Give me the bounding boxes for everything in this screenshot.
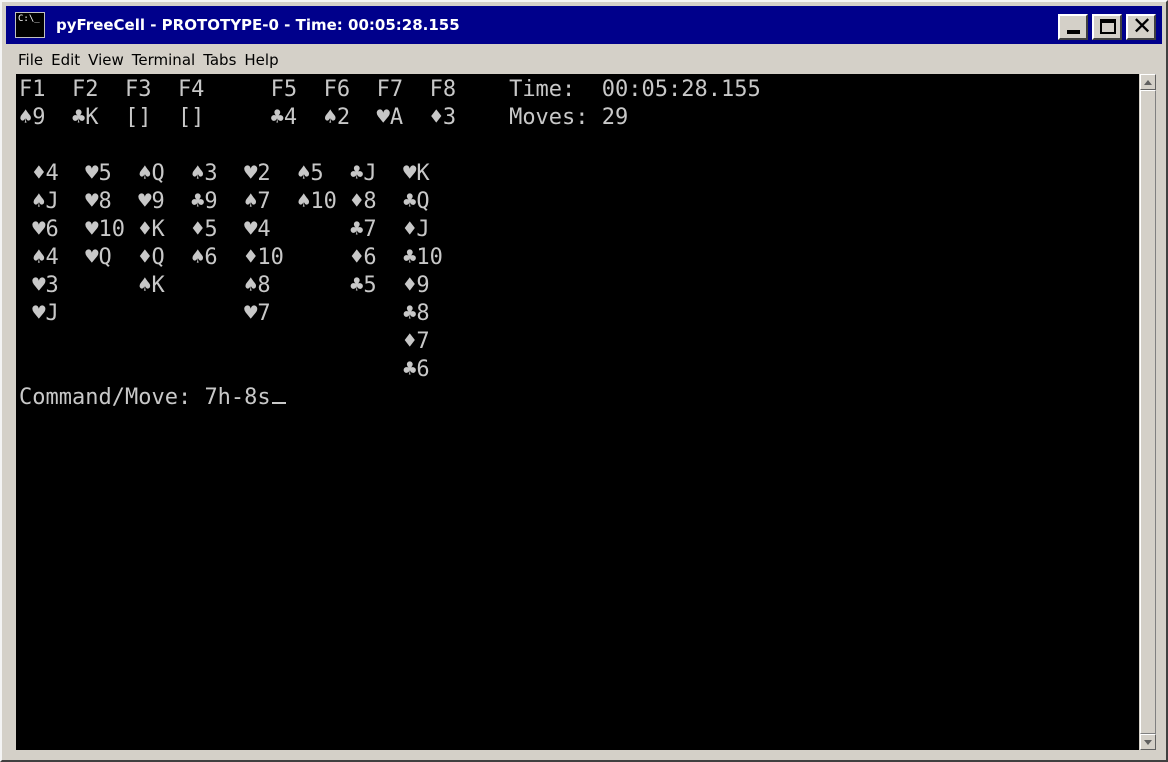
- scroll-up-button[interactable]: [1140, 74, 1156, 90]
- foundation-cards-line: ♠9 ♣K [] [] ♣4 ♠2 ♥A ♦3 Moves: 29: [19, 105, 629, 130]
- menu-file[interactable]: File: [14, 46, 47, 72]
- minimize-button[interactable]: [1058, 14, 1088, 40]
- command-input[interactable]: 7h-8s: [204, 385, 270, 410]
- maximize-button[interactable]: [1092, 14, 1122, 40]
- vertical-scrollbar[interactable]: [1140, 74, 1156, 750]
- menu-edit[interactable]: Edit: [47, 46, 84, 72]
- app-window: C:\_ pyFreeCell - PROTOTYPE-0 - Time: 00…: [0, 0, 1168, 762]
- menu-view[interactable]: View: [84, 46, 128, 72]
- tableau-row: ♥3 ♠K ♠8 ♣5 ♦9: [19, 273, 430, 298]
- tableau-row: ♥6 ♥10 ♦K ♦5 ♥4 ♣7 ♦J: [19, 217, 430, 242]
- tableau-row: ♠4 ♥Q ♦Q ♠6 ♦10 ♦6 ♣10: [19, 245, 443, 270]
- close-icon: ✕: [1131, 12, 1153, 40]
- window-title: pyFreeCell - PROTOTYPE-0 - Time: 00:05:2…: [56, 16, 460, 34]
- command-prompt-line[interactable]: Command/Move: 7h-8s: [19, 384, 286, 412]
- menu-terminal[interactable]: Terminal: [128, 46, 199, 72]
- tableau-row: ♦7: [19, 329, 430, 354]
- text-cursor: [271, 402, 286, 404]
- tableau-row: ♥J ♥7 ♣8: [19, 301, 430, 326]
- title-bar[interactable]: C:\_ pyFreeCell - PROTOTYPE-0 - Time: 00…: [6, 6, 1162, 44]
- scroll-down-button[interactable]: [1140, 734, 1156, 750]
- menu-tabs[interactable]: Tabs: [199, 46, 240, 72]
- tableau-row: ♠J ♥8 ♥9 ♣9 ♠7 ♠10 ♦8 ♣Q: [19, 189, 430, 214]
- terminal-screen[interactable]: F1 F2 F3 F4 F5 F6 F7 F8 Time: 00:05:28.1…: [16, 74, 1139, 750]
- command-prompt-label: Command/Move:: [19, 385, 205, 410]
- close-button[interactable]: ✕: [1126, 12, 1156, 40]
- terminal-icon[interactable]: C:\_: [15, 12, 45, 38]
- scrollbar-thumb[interactable]: [1140, 90, 1156, 734]
- tableau-row: ♦4 ♥5 ♠Q ♠3 ♥2 ♠5 ♣J ♥K: [19, 161, 430, 186]
- tableau-row: ♣6: [19, 357, 430, 382]
- arrow-up-icon: [1144, 80, 1152, 85]
- maximize-icon: [1100, 19, 1116, 34]
- menu-bar: File Edit View Terminal Tabs Help: [6, 46, 1162, 72]
- arrow-down-icon: [1144, 740, 1152, 745]
- menu-help[interactable]: Help: [240, 46, 282, 72]
- foundation-header-line: F1 F2 F3 F4 F5 F6 F7 F8 Time: 00:05:28.1…: [19, 77, 761, 102]
- minimize-icon: [1067, 30, 1080, 34]
